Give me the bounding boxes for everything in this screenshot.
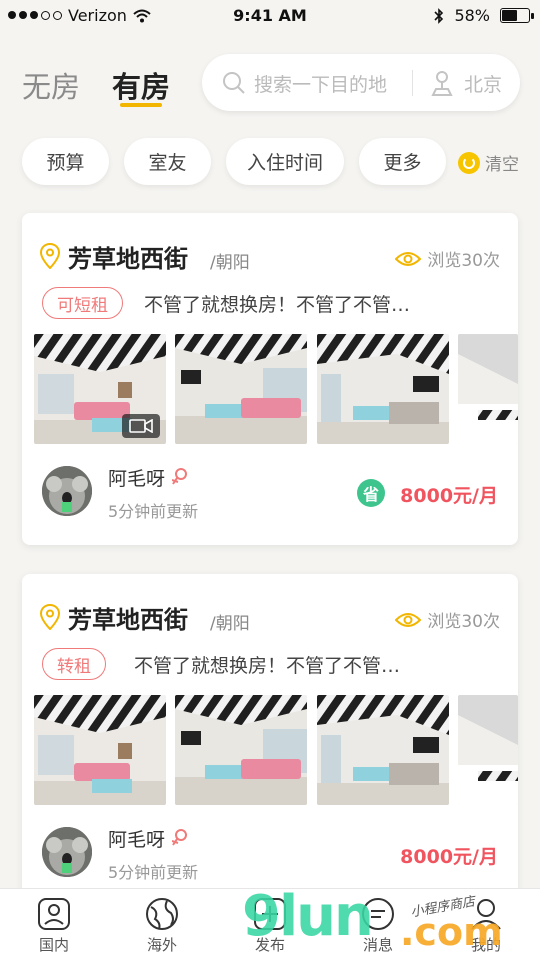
search-bar[interactable]: 搜索一下目的地 北京 bbox=[202, 54, 520, 111]
listing-card[interactable]: 芳草地西街 /朝阳 浏览30次 可短租 不管了就想换房！不管了不管… 阿毛呀 5… bbox=[22, 213, 518, 545]
video-camera-icon bbox=[129, 419, 153, 433]
battery-icon bbox=[500, 8, 534, 23]
message-icon bbox=[362, 898, 394, 930]
view-count: 浏览30次 bbox=[395, 607, 500, 632]
location-icon bbox=[40, 604, 60, 630]
profile-icon bbox=[471, 899, 501, 930]
eye-icon bbox=[395, 612, 422, 627]
battery-percent: 58% bbox=[454, 6, 490, 25]
nav-label: 国内 bbox=[38, 936, 69, 954]
nav-label: 发布 bbox=[254, 936, 285, 954]
search-input[interactable]: 搜索一下目的地 bbox=[254, 70, 387, 97]
clear-label: 清空 bbox=[485, 155, 519, 175]
nav-label: 海外 bbox=[146, 936, 177, 954]
photo-strip[interactable] bbox=[34, 695, 518, 805]
clear-filters-button[interactable]: 清空 bbox=[458, 150, 519, 175]
status-bar: Verizon 9:41 AM 58% bbox=[0, 0, 540, 32]
listing-photo[interactable] bbox=[34, 334, 166, 444]
refresh-icon bbox=[458, 151, 480, 174]
view-count-label: 浏览30次 bbox=[427, 251, 500, 271]
nav-profile[interactable]: 我的 bbox=[432, 889, 540, 961]
city-selector[interactable]: 北京 bbox=[464, 70, 502, 97]
nav-publish[interactable]: 发布 bbox=[216, 889, 324, 961]
filter-budget[interactable]: 预算 bbox=[22, 138, 109, 185]
savings-badge: 省 bbox=[357, 479, 385, 507]
listing-photo[interactable] bbox=[458, 334, 518, 444]
update-time: 5分钟前更新 bbox=[108, 863, 199, 882]
listing-photo[interactable] bbox=[175, 695, 307, 805]
tab-no-house[interactable]: 无房 bbox=[22, 64, 80, 106]
add-icon bbox=[254, 898, 286, 930]
location-icon bbox=[40, 243, 60, 269]
nav-domestic[interactable]: 国内 bbox=[0, 889, 108, 961]
view-count: 浏览30次 bbox=[395, 246, 500, 271]
rental-tag: 转租 bbox=[42, 648, 106, 680]
nav-label: 我的 bbox=[470, 936, 501, 954]
video-badge bbox=[122, 414, 160, 438]
listing-district: /朝阳 bbox=[210, 614, 250, 634]
view-count-label: 浏览30次 bbox=[427, 612, 500, 632]
status-right: 58% bbox=[434, 6, 534, 25]
eye-icon bbox=[395, 251, 422, 266]
home-icon bbox=[38, 898, 70, 930]
listing-price: 8000元/月 bbox=[400, 485, 498, 507]
listing-photo[interactable] bbox=[458, 695, 518, 805]
listing-photo[interactable] bbox=[175, 334, 307, 444]
avatar[interactable] bbox=[42, 827, 92, 877]
female-icon bbox=[172, 468, 187, 485]
search-icon bbox=[223, 72, 245, 94]
nav-overseas[interactable]: 海外 bbox=[108, 889, 216, 961]
nav-label: 消息 bbox=[362, 936, 393, 954]
location-pin-icon bbox=[431, 71, 453, 96]
listing-card[interactable]: 芳草地西街 /朝阳 浏览30次 转租 不管了就想换房！不管了不管… 阿毛呀 5分… bbox=[22, 574, 518, 914]
bottom-nav: 国内 海外 发布 消息 我的 bbox=[0, 888, 540, 961]
rental-tag: 可短租 bbox=[42, 287, 123, 319]
user-name: 阿毛呀 bbox=[108, 829, 166, 851]
female-icon bbox=[172, 829, 187, 846]
listing-photo[interactable] bbox=[317, 695, 449, 805]
listing-district: /朝阳 bbox=[210, 253, 250, 273]
update-time: 5分钟前更新 bbox=[108, 502, 199, 521]
search-divider bbox=[412, 70, 413, 96]
avatar[interactable] bbox=[42, 466, 92, 516]
listing-description: 不管了就想换房！不管了不管… bbox=[134, 655, 401, 677]
photo-strip[interactable] bbox=[34, 334, 518, 444]
filter-more[interactable]: 更多 bbox=[359, 138, 446, 185]
listing-price: 8000元/月 bbox=[400, 846, 498, 868]
listing-photo[interactable] bbox=[34, 695, 166, 805]
listing-photo[interactable] bbox=[317, 334, 449, 444]
filter-roommate[interactable]: 室友 bbox=[124, 138, 211, 185]
active-tab-indicator bbox=[120, 103, 162, 107]
listing-street: 芳草地西街 bbox=[68, 245, 188, 273]
nav-messages[interactable]: 消息 bbox=[324, 889, 432, 961]
tab-has-house[interactable]: 有房 bbox=[112, 64, 170, 106]
filter-move-in-time[interactable]: 入住时间 bbox=[226, 138, 344, 185]
user-name: 阿毛呀 bbox=[108, 468, 166, 490]
listing-description: 不管了就想换房！不管了不管… bbox=[144, 294, 411, 316]
globe-icon bbox=[146, 898, 178, 930]
bluetooth-icon bbox=[434, 7, 444, 24]
listing-street: 芳草地西街 bbox=[68, 606, 188, 634]
